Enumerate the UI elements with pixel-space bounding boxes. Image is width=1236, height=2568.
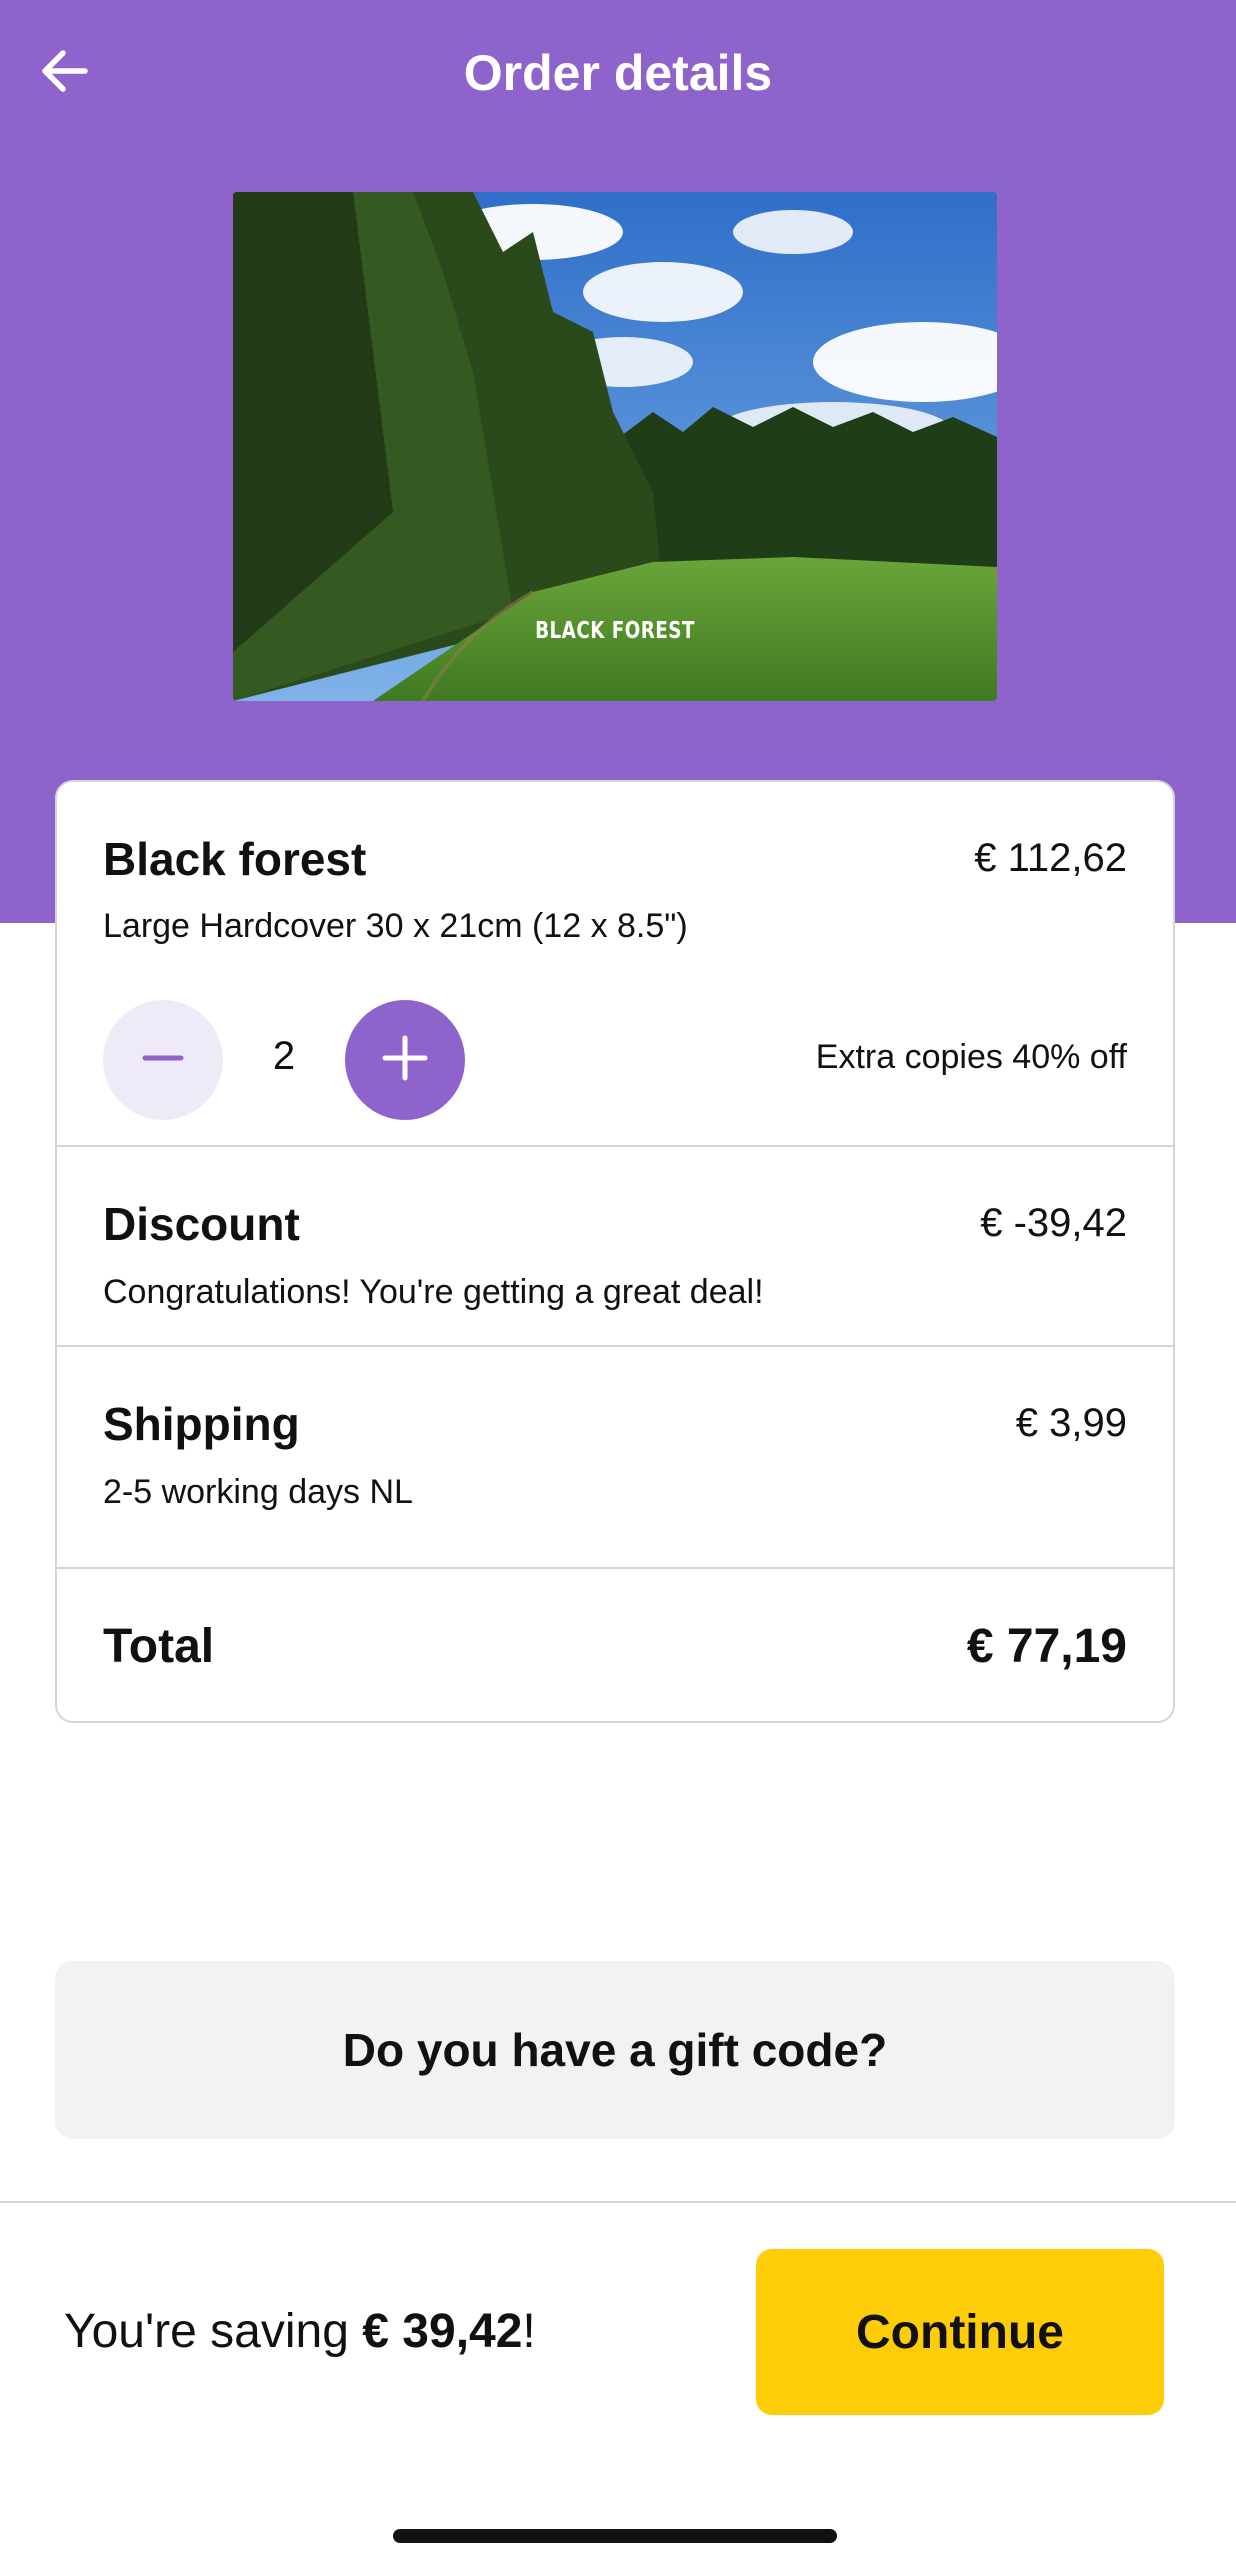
shipping-section: Shipping € 3,99 2-5 working days NL [57,1347,1173,1569]
gift-code-button[interactable]: Do you have a gift code? [55,1961,1175,2139]
gift-code-label: Do you have a gift code? [342,2024,888,2076]
book-cover-image[interactable]: BLACK FOREST [233,192,997,701]
saving-amount: € 39,42 [362,2305,523,2358]
product-format: Large Hardcover 30 x 21cm (12 x 8.5") [103,907,688,945]
total-section: Total € 77,19 [57,1569,1173,1721]
minus-icon [141,1036,185,1085]
footer-divider [0,2201,1236,2203]
saving-suffix: ! [522,2305,536,2358]
product-section: Black forest € 112,62 Large Hardcover 30… [57,782,1173,1147]
plus-icon [381,1034,429,1087]
discount-title: Discount [103,1198,300,1250]
discount-section: Discount € -39,42 Congratulations! You'r… [57,1147,1173,1347]
continue-button[interactable]: Continue [756,2249,1164,2415]
shipping-title: Shipping [103,1398,300,1450]
order-summary-card: Black forest € 112,62 Large Hardcover 30… [55,780,1175,1723]
home-indicator [393,2529,837,2543]
app-header: Order details [0,0,1236,160]
continue-label: Continue [856,2305,1064,2359]
discount-note: Congratulations! You're getting a great … [103,1273,764,1311]
shipping-amount: € 3,99 [1015,1401,1127,1445]
saving-prefix: You're saving [64,2305,363,2358]
saving-text: You're saving € 39,42! [64,2304,536,2359]
cover-title: BLACK FOREST [535,618,695,644]
decrease-quantity-button[interactable] [103,1000,223,1120]
extra-copies-note: Extra copies 40% off [815,1038,1127,1076]
page-title: Order details [463,45,773,101]
product-title: Black forest [103,833,367,885]
total-amount: € 77,19 [966,1620,1127,1673]
quantity-value: 2 [272,1034,296,1078]
total-label: Total [103,1620,215,1673]
shipping-note: 2-5 working days NL [103,1473,413,1511]
increase-quantity-button[interactable] [345,1000,465,1120]
product-price: € 112,62 [974,836,1127,880]
discount-amount: € -39,42 [980,1201,1127,1245]
